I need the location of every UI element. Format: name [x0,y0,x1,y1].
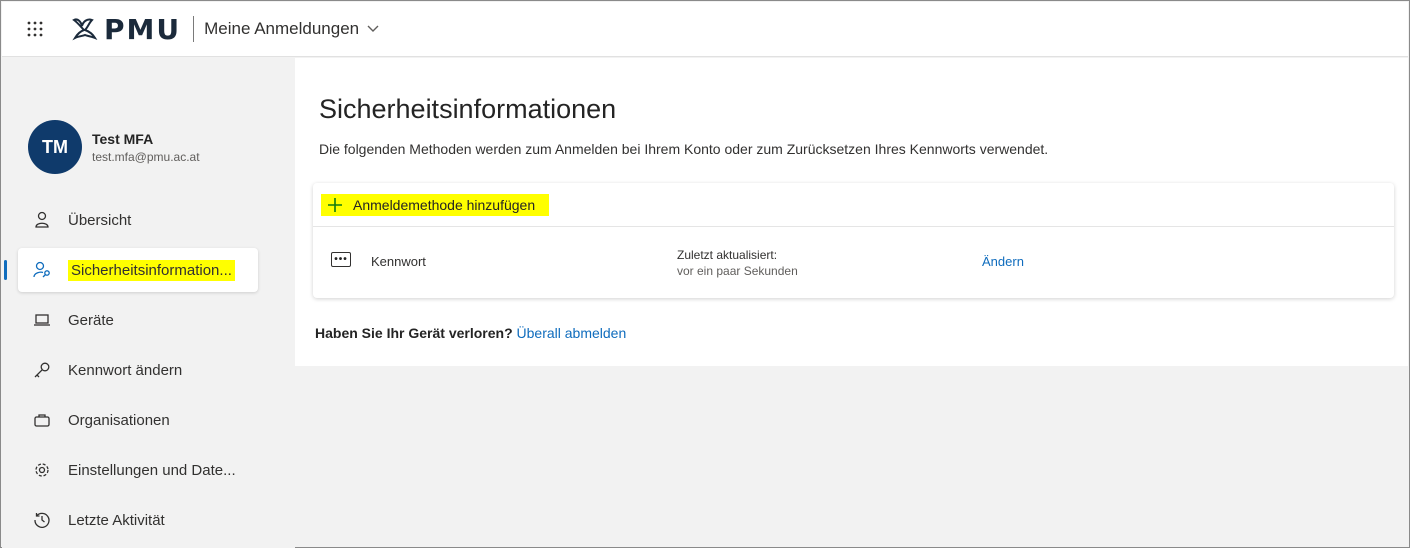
sidebar-item-letzte-aktivitaet[interactable]: Letzte Aktivität [18,498,258,542]
app-switcher[interactable]: Meine Anmeldungen [204,19,379,39]
sidebar-item-sicherheitsinformationen[interactable]: Sicherheitsinformation... [4,248,258,292]
sign-out-everywhere-link[interactable]: Überall abmelden [517,325,627,341]
user-email: test.mfa@pmu.ac.at [92,149,200,164]
lost-device-row: Haben Sie Ihr Gerät verloren? Überall ab… [315,325,626,341]
person-key-icon [32,260,52,280]
profile-text: Test MFA test.mfa@pmu.ac.at [92,131,200,164]
sidebar-item-kennwort-aendern[interactable]: Kennwort ändern [18,348,258,392]
sidebar-item-label: Geräte [68,311,114,329]
add-method-button[interactable]: Anmeldemethode hinzufügen [321,193,550,216]
history-icon [32,510,52,530]
user-profile: TM Test MFA test.mfa@pmu.ac.at [28,120,200,174]
lost-device-question: Haben Sie Ihr Gerät verloren? [315,325,513,341]
laptop-icon [32,310,52,330]
sidebar-item-geraete[interactable]: Geräte [18,298,258,342]
add-method-label: Anmeldemethode hinzufügen [353,196,536,213]
header-divider [193,16,195,42]
sidebar-item-label: Letzte Aktivität [68,511,165,529]
briefcase-icon [32,410,52,430]
method-updated: Zuletzt aktualisiert: vor ein paar Sekun… [677,247,798,279]
sidebar-item-label: Übersicht [68,211,132,229]
password-icon: ••• [331,252,351,267]
sidebar-item-uebersicht[interactable]: Übersicht [18,198,258,242]
sidebar-item-label: Organisationen [68,411,170,429]
logo-text: PMU [104,12,182,46]
add-method-row: Anmeldemethode hinzufügen [313,183,1394,227]
method-row: ••• Kennwort Zuletzt aktualisiert: vor e… [313,227,1394,297]
sidebar-item-organisationen[interactable]: Organisationen [18,398,258,442]
main-content: Sicherheitsinformationen Die folgenden M… [295,58,1408,366]
sidebar-nav: Übersicht Sicherheitsinformation... Gerä… [4,198,258,548]
sidebar-item-label: Einstellungen und Date... [68,461,236,479]
person-icon [32,210,52,230]
method-name: Kennwort [371,254,426,269]
key-icon [32,360,52,380]
app-title: Meine Anmeldungen [204,19,360,38]
top-bar: PMU Meine Anmeldungen [2,2,1408,57]
browser-frame: PMU Meine Anmeldungen TM Test MFA test.m… [0,0,1410,548]
change-method-link[interactable]: Ändern [982,254,1024,269]
sidebar-item-label: Sicherheitsinformation... [68,259,235,281]
sidebar-item-einstellungen[interactable]: Einstellungen und Date... [18,448,258,492]
updated-value: vor ein paar Sekunden [677,264,798,278]
page-subtitle: Die folgenden Methoden werden zum Anmeld… [319,141,1049,157]
updated-label: Zuletzt aktualisiert: [677,248,778,262]
sidebar: TM Test MFA test.mfa@pmu.ac.at Übersicht… [2,58,295,548]
page-title: Sicherheitsinformationen [319,94,617,124]
sidebar-item-label: Kennwort ändern [68,361,183,379]
user-name: Test MFA [92,130,154,147]
pmu-logo[interactable]: PMU [70,9,181,49]
plus-icon [328,197,342,212]
avatar: TM [28,120,82,174]
pmu-emblem-icon [72,18,98,41]
methods-card: Anmeldemethode hinzufügen ••• Kennwort Z… [313,183,1394,298]
app-launcher-icon[interactable] [20,14,50,44]
gear-icon [32,460,52,480]
chevron-down-icon [367,25,379,32]
